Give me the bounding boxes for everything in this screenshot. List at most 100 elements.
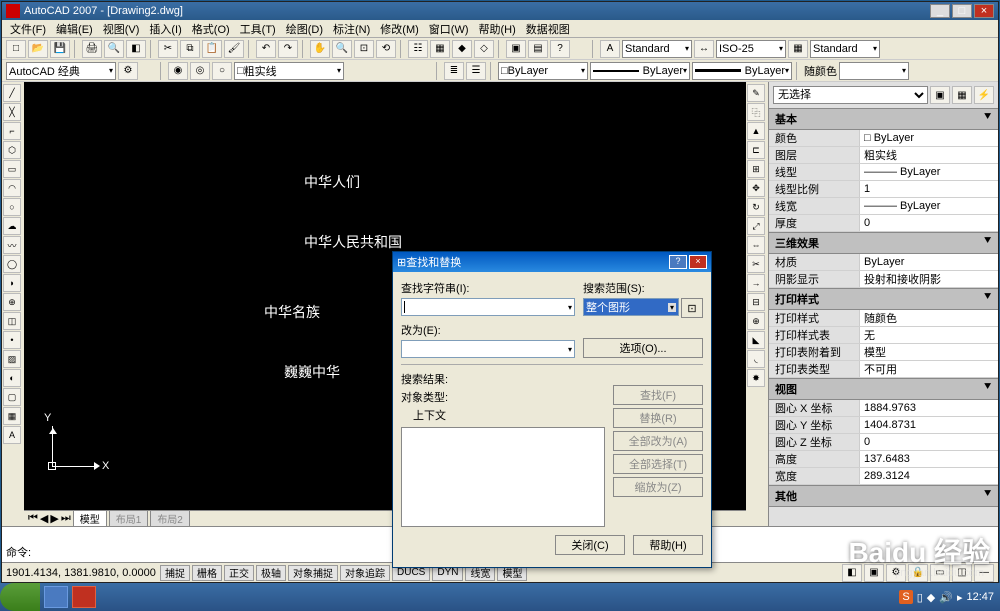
prop-group-header[interactable]: 三维效果⯆: [769, 232, 998, 254]
help-dialog-button[interactable]: 帮助(H): [633, 535, 703, 555]
tray-sogou-icon[interactable]: S: [899, 590, 912, 604]
scope-combo[interactable]: 整个图形▾: [583, 298, 679, 316]
insert-icon[interactable]: ⊕: [3, 293, 21, 311]
erase-icon[interactable]: ✎: [747, 84, 765, 102]
zoom-icon[interactable]: 🔍: [332, 40, 352, 58]
extend-icon[interactable]: →: [747, 274, 765, 292]
quickselect-icon[interactable]: ⚡: [974, 86, 994, 104]
tray-icon1[interactable]: ▯: [917, 591, 923, 604]
publish-icon[interactable]: ◧: [126, 40, 146, 58]
tool3-icon[interactable]: ▣: [506, 40, 526, 58]
selection-dropdown[interactable]: 无选择: [773, 86, 928, 104]
prop-row[interactable]: 高度137.6483: [769, 451, 998, 468]
dimstyle-icon[interactable]: ↔: [694, 40, 714, 58]
point-icon[interactable]: •: [3, 331, 21, 349]
copy-icon[interactable]: ⧉: [180, 40, 200, 58]
menu-item[interactable]: 窗口(W): [425, 21, 473, 37]
pan-icon[interactable]: ✋: [310, 40, 330, 58]
open-icon[interactable]: 📂: [28, 40, 48, 58]
color-combo[interactable]: □ ByLayer▾: [498, 62, 588, 80]
prop-row[interactable]: 阴影显示投射和接收阴影: [769, 271, 998, 288]
canvas-text[interactable]: 中华人们: [304, 172, 360, 192]
status-toggle[interactable]: 栅格: [192, 565, 222, 581]
table-icon[interactable]: ▦: [3, 407, 21, 425]
canvas-text[interactable]: 中华人民共和国: [304, 232, 402, 252]
textstyle-combo[interactable]: Standard▾: [622, 40, 692, 58]
break-icon[interactable]: ⊟: [747, 293, 765, 311]
prop-row[interactable]: 打印样式随颜色: [769, 310, 998, 327]
zoomwin-icon[interactable]: ⊡: [354, 40, 374, 58]
zoomprev-icon[interactable]: ⟲: [376, 40, 396, 58]
layer3-icon[interactable]: ○: [212, 62, 232, 80]
join-icon[interactable]: ⊕: [747, 312, 765, 330]
textstyle-icon[interactable]: A: [600, 40, 620, 58]
find-input[interactable]: ▾: [401, 298, 575, 316]
menu-item[interactable]: 帮助(H): [475, 21, 520, 37]
line-icon[interactable]: ╱: [3, 84, 21, 102]
prop-group-header[interactable]: 基本⯆: [769, 108, 998, 130]
prop-group-header[interactable]: 其他⯆: [769, 485, 998, 507]
sb-icon5[interactable]: ▭: [930, 564, 950, 582]
ellipse-icon[interactable]: ◯: [3, 255, 21, 273]
move-icon[interactable]: ✥: [747, 179, 765, 197]
xline-icon[interactable]: ╳: [3, 103, 21, 121]
pline-icon[interactable]: ⌐: [3, 122, 21, 140]
prop-row[interactable]: 颜色□ ByLayer: [769, 130, 998, 147]
tab-layout1[interactable]: 布局1: [109, 510, 149, 526]
prop-row[interactable]: 圆心 Z 坐标0: [769, 434, 998, 451]
explode-icon[interactable]: ✸: [747, 369, 765, 387]
zoomto-button[interactable]: 缩放为(Z): [613, 477, 703, 497]
menu-item[interactable]: 绘图(D): [282, 21, 327, 37]
paste-icon[interactable]: 📋: [202, 40, 222, 58]
prop-row[interactable]: 圆心 X 坐标1884.9763: [769, 400, 998, 417]
maximize-button[interactable]: □: [952, 4, 972, 18]
chamfer-icon[interactable]: ◣: [747, 331, 765, 349]
menu-item[interactable]: 插入(I): [145, 21, 185, 37]
tool1-icon[interactable]: ◆: [452, 40, 472, 58]
clock[interactable]: 12:47: [966, 591, 994, 603]
prop-row[interactable]: 图层粗实线: [769, 147, 998, 164]
circle-icon[interactable]: ○: [3, 198, 21, 216]
close-dialog-button[interactable]: 关闭(C): [555, 535, 625, 555]
laylist-icon[interactable]: ≣: [444, 62, 464, 80]
prop-row[interactable]: 宽度289.3124: [769, 468, 998, 485]
prop-row[interactable]: 圆心 Y 坐标1404.8731: [769, 417, 998, 434]
preview-icon[interactable]: 🔍: [104, 40, 124, 58]
dimstyle-combo[interactable]: ISO-25▾: [716, 40, 786, 58]
revcloud-icon[interactable]: ☁: [3, 217, 21, 235]
prop-row[interactable]: 厚度0: [769, 215, 998, 232]
cut-icon[interactable]: ✂: [158, 40, 178, 58]
canvas-text[interactable]: 巍巍中华: [284, 362, 340, 382]
status-toggle[interactable]: 对象捕捉: [288, 565, 338, 581]
workspace-combo[interactable]: AutoCAD 经典▾: [6, 62, 116, 80]
close-button[interactable]: ×: [974, 4, 994, 18]
status-toggle[interactable]: 捕捉: [160, 565, 190, 581]
tray-icon3[interactable]: 🔊: [939, 591, 953, 604]
arc-icon[interactable]: ◠: [3, 179, 21, 197]
help-icon[interactable]: ?: [550, 40, 570, 58]
ellipsearc-icon[interactable]: ◗: [3, 274, 21, 292]
prop-row[interactable]: 材质ByLayer: [769, 254, 998, 271]
block-icon[interactable]: ◫: [3, 312, 21, 330]
replaceall-button[interactable]: 全部改为(A): [613, 431, 703, 451]
prop-row[interactable]: 线型比例1: [769, 181, 998, 198]
match-icon[interactable]: 🖌: [224, 40, 244, 58]
start-button[interactable]: [0, 583, 40, 611]
tab-prev[interactable]: ◀: [40, 512, 48, 525]
layer1-icon[interactable]: ◉: [168, 62, 188, 80]
selectall-button[interactable]: 全部选择(T): [613, 454, 703, 474]
tab-last[interactable]: ⏭: [61, 512, 71, 525]
hatch-icon[interactable]: ▨: [3, 350, 21, 368]
sb-icon1[interactable]: ◧: [842, 564, 862, 582]
lineweight-combo[interactable]: ByLayer▾: [692, 62, 792, 80]
pickadd-icon[interactable]: ▣: [930, 86, 950, 104]
polygon-icon[interactable]: ⬡: [3, 141, 21, 159]
print-icon[interactable]: 🖨: [82, 40, 102, 58]
taskbar-app2[interactable]: [72, 586, 96, 608]
trim-icon[interactable]: ✂: [747, 255, 765, 273]
laymgr-icon[interactable]: ☰: [466, 62, 486, 80]
menu-item[interactable]: 格式(O): [188, 21, 234, 37]
tray-icon2[interactable]: ◆: [927, 591, 935, 604]
sb-icon6[interactable]: ◫: [952, 564, 972, 582]
prop-row[interactable]: 打印表类型不可用: [769, 361, 998, 378]
